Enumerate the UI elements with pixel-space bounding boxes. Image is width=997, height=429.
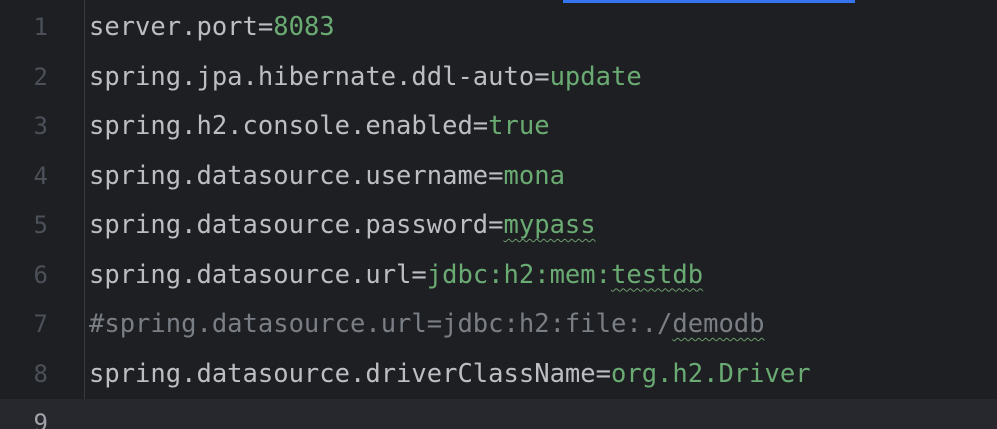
line-content[interactable]: spring.datasource.password=mypass — [89, 201, 596, 251]
property-value: org.h2.Driver — [610, 358, 811, 389]
property-value: mona — [503, 160, 565, 191]
property-key: spring.h2.console.enabled= — [89, 111, 489, 141]
code-line-8[interactable]: 8 spring.datasource.driverClassName=org.… — [0, 350, 997, 400]
line-number: 7 — [33, 310, 48, 338]
line-number: 1 — [33, 13, 48, 41]
property-value: 8083 — [273, 12, 335, 42]
line-content[interactable]: spring.datasource.url=jdbc:h2:mem:testdb — [89, 251, 703, 301]
line-content[interactable]: spring.datasource.username=mona — [89, 152, 565, 202]
code-line-1[interactable]: 1 server.port=8083 — [0, 3, 997, 53]
property-key: spring.datasource.password= — [89, 210, 504, 240]
line-number: 5 — [33, 211, 48, 239]
line-number: 3 — [33, 112, 48, 140]
code-line-3[interactable]: 3 spring.h2.console.enabled=true — [0, 102, 997, 152]
spellcheck-word: testdb — [611, 259, 704, 290]
line-number: 6 — [33, 260, 48, 289]
line-content[interactable]: #spring.datasource.url=jdbc:h2:file:./de… — [89, 300, 765, 350]
line-content[interactable]: spring.jpa.hibernate.ddl-auto=update — [89, 53, 642, 103]
spellcheck-word: demodb — [672, 309, 765, 339]
code-line-2[interactable]: 2 spring.jpa.hibernate.ddl-auto=update — [0, 53, 997, 103]
line-number: 9 — [33, 409, 48, 429]
code-line-9[interactable]: 9 — [0, 399, 997, 429]
code-line-5[interactable]: 5 spring.datasource.password=mypass — [0, 201, 997, 251]
line-number: 8 — [33, 359, 48, 388]
property-value: update — [549, 61, 642, 92]
comment-text: #spring.datasource.url=jdbc:h2:file:./ — [89, 309, 673, 339]
line-content[interactable]: spring.datasource.driverClassName=org.h2… — [89, 350, 811, 400]
property-value: mypass — [503, 210, 596, 240]
property-key: spring.datasource.username= — [89, 160, 504, 191]
line-content[interactable]: server.port=8083 — [89, 3, 335, 53]
code-line-7[interactable]: 7 #spring.datasource.url=jdbc:h2:file:./… — [0, 300, 997, 350]
line-number: 4 — [33, 161, 48, 190]
property-key: spring.datasource.url= — [89, 259, 427, 290]
property-value: true — [488, 111, 550, 141]
line-number: 2 — [33, 62, 48, 91]
property-key: spring.datasource.driverClassName= — [89, 358, 611, 389]
property-key: spring.jpa.hibernate.ddl-auto= — [89, 61, 550, 92]
property-value: jdbc:h2:mem: — [426, 259, 611, 290]
code-line-6[interactable]: 6 spring.datasource.url=jdbc:h2:mem:test… — [0, 251, 997, 301]
code-editor[interactable]: 1 server.port=8083 2 spring.jpa.hibernat… — [0, 0, 997, 429]
line-content[interactable]: spring.h2.console.enabled=true — [89, 102, 550, 152]
property-key: server.port= — [89, 12, 274, 42]
code-line-4[interactable]: 4 spring.datasource.username=mona — [0, 152, 997, 202]
